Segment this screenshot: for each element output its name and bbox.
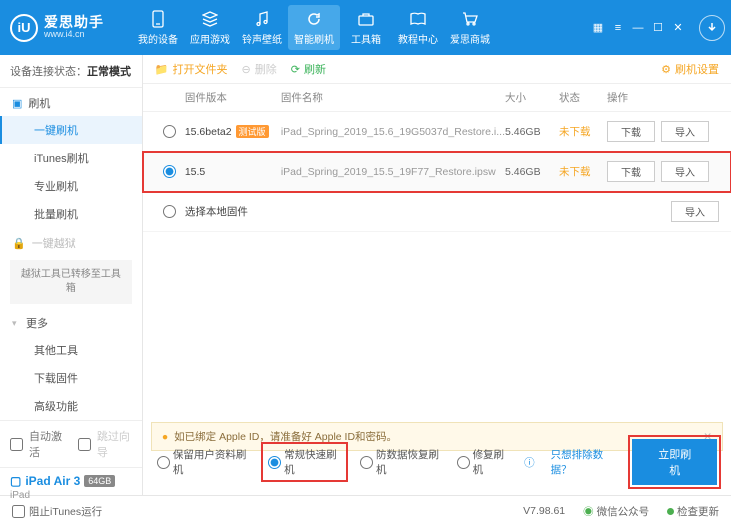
nav-tutorials[interactable]: 教程中心: [392, 5, 444, 50]
check-update-link[interactable]: 检查更新: [667, 504, 719, 519]
open-folder-button[interactable]: 📁 打开文件夹: [155, 61, 228, 77]
settings-icon[interactable]: ≡: [609, 19, 627, 37]
sidebar-item-advanced[interactable]: 高级功能: [0, 392, 142, 420]
flash-group-icon: ▣: [12, 97, 22, 110]
sidebar-group-jailbreak[interactable]: 🔒 一键越狱: [0, 228, 142, 256]
firmware-radio[interactable]: [163, 165, 176, 178]
version-label: V7.98.61: [523, 505, 565, 517]
book-icon: [392, 9, 444, 29]
sidebar-item-download-fw[interactable]: 下载固件: [0, 364, 142, 392]
delete-icon: ⊖: [242, 63, 251, 76]
menu-icon[interactable]: ▦: [589, 19, 607, 37]
tablet-icon: ▢: [10, 474, 21, 488]
storage-badge: 64GB: [84, 475, 115, 487]
block-itunes-checkbox-label[interactable]: 阻止iTunes运行: [12, 504, 102, 519]
music-icon: [236, 9, 288, 29]
sidebar-group-flash[interactable]: ▣ 刷机: [0, 88, 142, 116]
table-header: 固件版本 固件名称 大小 状态 操作: [143, 84, 731, 112]
col-status: 状态: [559, 90, 607, 105]
flash-settings-button[interactable]: ⚙ 刷机设置: [661, 61, 719, 77]
col-op: 操作: [607, 90, 719, 105]
main-nav: 我的设备 应用游戏 铃声壁纸 智能刷机 工具箱 教程中心 爱思商城: [132, 5, 496, 50]
title-bar: iU 爱思助手 www.i4.cn 我的设备 应用游戏 铃声壁纸 智能刷机 工具…: [0, 0, 731, 55]
download-button[interactable]: 下载: [607, 161, 655, 182]
download-circle-icon[interactable]: [699, 15, 725, 41]
sidebar-item-batch-flash[interactable]: 批量刷机: [0, 200, 142, 228]
app-icon: [184, 9, 236, 29]
app-logo: iU 爱思助手 www.i4.cn: [10, 14, 104, 42]
sidebar-item-oneclick-flash[interactable]: 一键刷机: [0, 116, 142, 144]
import-button[interactable]: 导入: [671, 201, 719, 222]
nav-toolbox[interactable]: 工具箱: [340, 5, 392, 50]
col-size: 大小: [505, 90, 559, 105]
block-itunes-checkbox[interactable]: [12, 505, 25, 518]
beta-badge: 测试版: [236, 125, 269, 138]
nav-my-device[interactable]: 我的设备: [132, 5, 184, 50]
flash-options: 保留用户资料刷机 常规快速刷机 防数据恢复刷机 修复刷机 ⓘ 只想排除数据？ 立…: [151, 435, 723, 489]
firmware-radio[interactable]: [163, 125, 176, 138]
import-button[interactable]: 导入: [661, 161, 709, 182]
help-icon[interactable]: ⓘ: [524, 455, 535, 470]
sidebar: 设备连接状态：正常模式 ▣ 刷机 一键刷机 iTunes刷机 专业刷机 批量刷机…: [0, 55, 143, 495]
delete-button[interactable]: ⊖ 删除: [242, 61, 277, 77]
firmware-row-selected[interactable]: 15.5 iPad_Spring_2019_15.5_19F77_Restore…: [143, 152, 731, 192]
nav-apps[interactable]: 应用游戏: [184, 5, 236, 50]
lock-icon: 🔒: [12, 237, 26, 250]
status-dot-icon: [667, 508, 674, 515]
main-panel: 📁 打开文件夹 ⊖ 删除 ⟳ 刷新 ⚙ 刷机设置 固件版本 固件名称 大小 状态…: [143, 55, 731, 495]
firmware-radio[interactable]: [163, 205, 176, 218]
wechat-link[interactable]: ◉ 微信公众号: [583, 504, 649, 519]
connection-status: 设备连接状态：正常模式: [0, 55, 142, 88]
phone-icon: [132, 9, 184, 29]
firmware-row[interactable]: 15.6beta2 测试版 iPad_Spring_2019_15.6_19G5…: [143, 112, 731, 152]
col-version: 固件版本: [185, 90, 281, 105]
refresh-button[interactable]: ⟳ 刷新: [291, 61, 326, 77]
close-icon[interactable]: ✕: [669, 19, 687, 37]
auto-activate-row: 自动激活 跳过向导: [0, 421, 142, 467]
exclude-data-link[interactable]: 只想排除数据？: [551, 447, 619, 477]
download-button[interactable]: 下载: [607, 121, 655, 142]
skip-guide-checkbox[interactable]: [78, 438, 91, 451]
sidebar-item-pro-flash[interactable]: 专业刷机: [0, 172, 142, 200]
mode-repair[interactable]: 修复刷机: [457, 447, 511, 477]
app-name: 爱思助手: [44, 15, 104, 30]
import-button[interactable]: 导入: [661, 121, 709, 142]
sidebar-item-other-tools[interactable]: 其他工具: [0, 336, 142, 364]
jailbreak-moved-note: 越狱工具已转移至工具箱: [10, 260, 132, 304]
refresh-icon: ⟳: [291, 63, 300, 76]
logo-icon: iU: [10, 14, 38, 42]
window-controls: ▦ ≡ — ☐ ✕: [589, 15, 725, 41]
nav-flash[interactable]: 智能刷机: [288, 5, 340, 50]
sidebar-item-itunes-flash[interactable]: iTunes刷机: [0, 144, 142, 172]
col-filename: 固件名称: [281, 90, 505, 105]
sidebar-group-more[interactable]: ▾ 更多: [0, 308, 142, 336]
folder-icon: 📁: [155, 63, 169, 76]
mode-anti-recover[interactable]: 防数据恢复刷机: [360, 447, 443, 477]
gear-icon: ⚙: [661, 63, 671, 76]
nav-store[interactable]: 爱思商城: [444, 5, 496, 50]
minimize-icon[interactable]: —: [629, 19, 647, 37]
mode-normal[interactable]: 常规快速刷机: [263, 444, 346, 480]
refresh-icon: [288, 9, 340, 29]
flash-now-button[interactable]: 立即刷机: [632, 439, 717, 485]
cart-icon: [444, 9, 496, 29]
chevron-down-icon: ▾: [12, 318, 20, 329]
local-firmware-row[interactable]: 选择本地固件 导入: [143, 192, 731, 232]
nav-ringtones[interactable]: 铃声壁纸: [236, 5, 288, 50]
maximize-icon[interactable]: ☐: [649, 19, 667, 37]
toolbar: 📁 打开文件夹 ⊖ 删除 ⟳ 刷新 ⚙ 刷机设置: [143, 55, 731, 84]
toolbox-icon: [340, 9, 392, 29]
app-url: www.i4.cn: [44, 30, 104, 40]
auto-activate-checkbox[interactable]: [10, 438, 23, 451]
mode-keep-data[interactable]: 保留用户资料刷机: [157, 447, 249, 477]
